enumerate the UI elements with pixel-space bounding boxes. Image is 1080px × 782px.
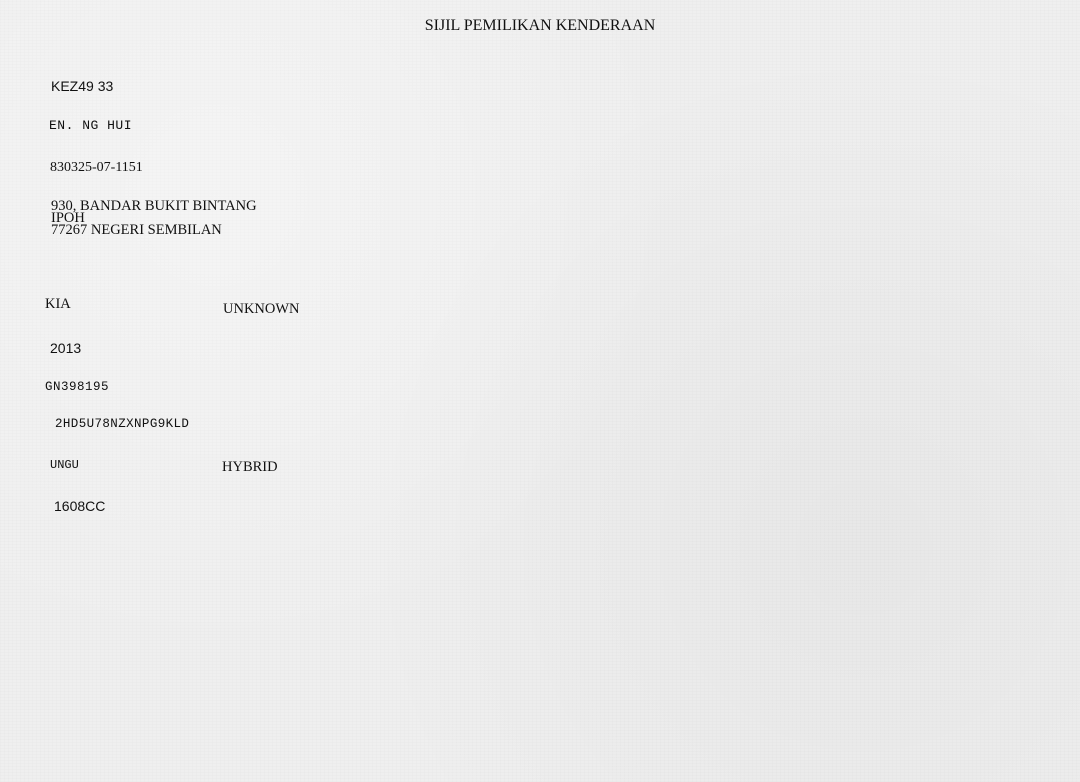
owner-ic-number: 830325-07-1151 [50, 160, 143, 175]
vehicle-make: KIA [45, 296, 71, 312]
address-line-3: 77267 NEGERI SEMBILAN [51, 222, 222, 238]
registration-number: KEZ49 33 [51, 78, 114, 94]
engine-number: GN398195 [45, 380, 110, 394]
chassis-number: 2HD5U78NZXNPG9KLD [55, 417, 190, 431]
manufacture-year: 2013 [50, 340, 82, 356]
document-title: SIJIL PEMILIKAN KENDERAAN [424, 17, 656, 34]
vehicle-color: UNGU [50, 458, 79, 472]
certificate-page: SIJIL PEMILIKAN KENDERAAN KEZ49 33 EN. N… [0, 0, 1080, 782]
engine-capacity: 1608CC [54, 498, 106, 514]
vehicle-model: UNKNOWN [223, 301, 300, 317]
owner-name: EN. NG HUI [49, 118, 133, 133]
fuel-type: HYBRID [222, 459, 278, 475]
